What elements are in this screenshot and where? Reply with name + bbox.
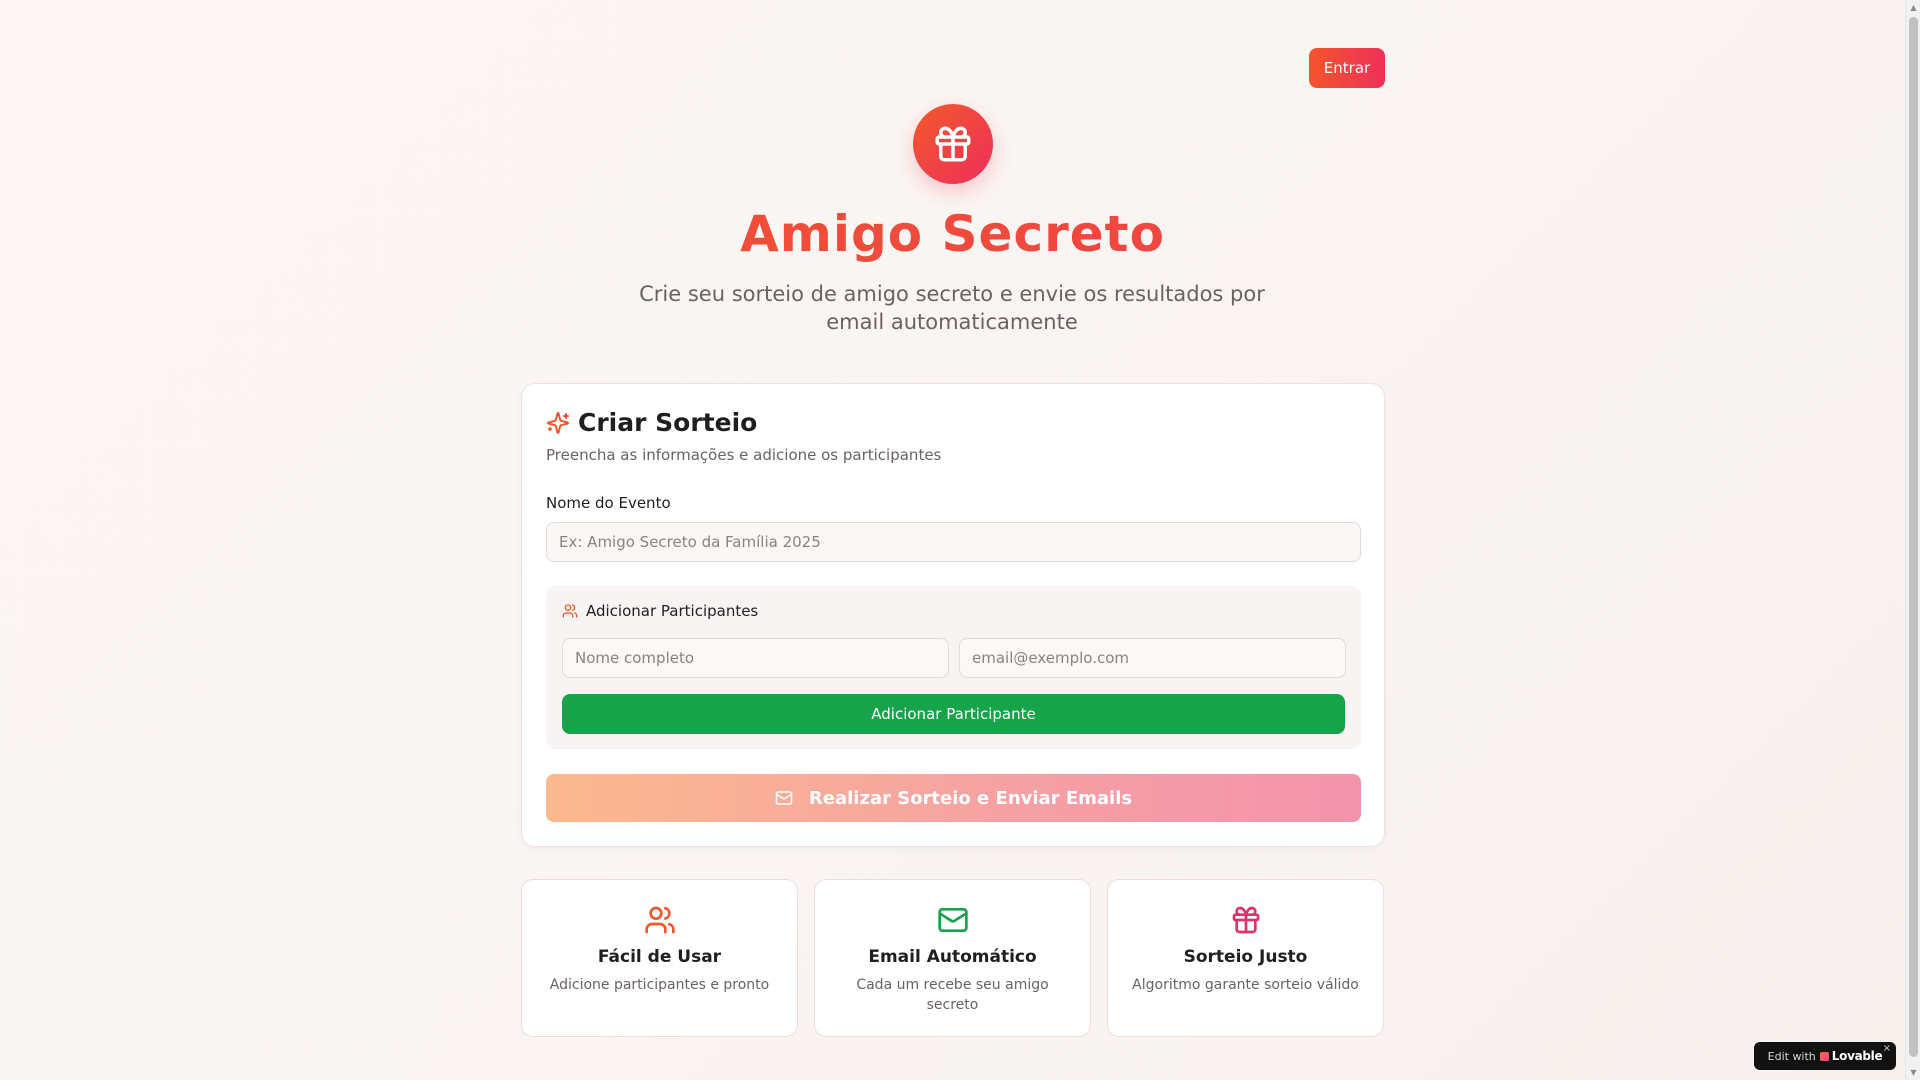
- gift-icon: [1232, 906, 1259, 934]
- add-participants-panel: Adicionar Participantes Adicionar Partic…: [546, 586, 1361, 749]
- participants-heading: Adicionar Participantes: [562, 602, 758, 620]
- card-title-text: Criar Sorteio: [578, 408, 758, 437]
- add-participant-button[interactable]: Adicionar Participante: [562, 694, 1345, 734]
- gift-icon: [935, 126, 971, 162]
- participant-name-input[interactable]: [562, 638, 949, 678]
- event-name-label: Nome do Evento: [546, 494, 671, 512]
- badge-close-icon[interactable]: ×: [1883, 1043, 1891, 1054]
- page-subtitle: Crie seu sorteio de amigo secreto e envi…: [639, 282, 1265, 334]
- draw-and-send-button[interactable]: Realizar Sorteio e Enviar Emails: [546, 774, 1361, 822]
- mail-icon: [937, 908, 968, 932]
- feature-card-fair: Sorteio Justo Algoritmo garante sorteio …: [1107, 879, 1384, 1037]
- card-description: Preencha as informações e adicione os pa…: [546, 446, 942, 464]
- draw-button-label: Realizar Sorteio e Enviar Emails: [808, 787, 1133, 809]
- lovable-logo: Lovable: [1819, 1049, 1883, 1063]
- feature-title: Fácil de Usar: [597, 947, 722, 967]
- badge-edit-text: Edit with: [1767, 1049, 1816, 1063]
- page: Entrar Amigo Secreto Crie seu sorteio de…: [0, 0, 1905, 1080]
- users-icon: [644, 906, 675, 934]
- participants-heading-text: Adicionar Participantes: [586, 602, 759, 620]
- feature-title: Sorteio Justo: [1183, 947, 1308, 967]
- page-title: Amigo Secreto: [0, 205, 1905, 263]
- lovable-heart-icon: [1819, 1051, 1829, 1061]
- card-title: Criar Sorteio: [546, 408, 757, 437]
- event-name-input[interactable]: [546, 522, 1361, 562]
- feature-title: Email Automático: [868, 947, 1037, 967]
- participant-email-input[interactable]: [959, 638, 1346, 678]
- hero-gift-badge: [913, 104, 993, 184]
- sparkles-icon: [547, 411, 569, 434]
- feature-card-email: Email Automático Cada um recebe seu amig…: [814, 879, 1091, 1037]
- lovable-brand-text: Lovable: [1831, 1049, 1883, 1063]
- edit-with-lovable-badge[interactable]: Edit with Lovable ×: [1754, 1042, 1896, 1070]
- scrollbar-thumb[interactable]: [1909, 17, 1918, 1057]
- feature-card-easy: Fácil de Usar Adicione participantes e p…: [521, 879, 798, 1037]
- feature-description: Algoritmo garante sorteio válido: [1132, 977, 1359, 993]
- scroll-down-icon[interactable]: ▼: [1906, 1065, 1920, 1080]
- login-button[interactable]: Entrar: [1309, 48, 1385, 88]
- users-icon: [562, 604, 578, 618]
- mail-icon: [775, 791, 793, 805]
- feature-description: Cada um recebe seu amigo secreto: [856, 977, 1049, 1013]
- vertical-scrollbar[interactable]: ▲ ▼: [1905, 0, 1920, 1080]
- create-draw-card: Criar Sorteio Preencha as informações e …: [521, 383, 1385, 847]
- feature-description: Adicione participantes e pronto: [549, 977, 770, 993]
- scroll-up-icon[interactable]: ▲: [1906, 0, 1920, 15]
